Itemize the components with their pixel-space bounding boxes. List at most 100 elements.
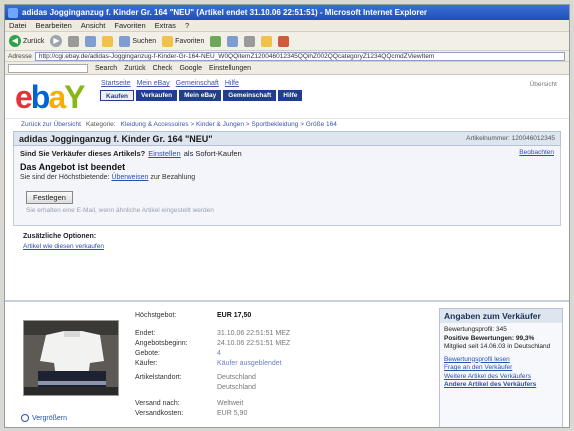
bid-history-link[interactable]: 4	[217, 350, 221, 357]
history-icon[interactable]	[210, 35, 222, 47]
bid-row: Artikelstandort: Deutschland	[135, 372, 425, 382]
menu-edit[interactable]: Bearbeiten	[36, 21, 72, 30]
address-bar: Adresse http://cgi.ebay.de/adidas-Joggin…	[5, 51, 569, 62]
follow-note: Sie erhalten eine E-Mail, wenn ähnliche …	[26, 207, 214, 214]
seller-link[interactable]: Andere Artikel des Verkäufers	[444, 381, 558, 390]
bid-row-value: 31.10.06 22:51:51 MEZ	[217, 329, 291, 337]
category-label: Kategorie:	[85, 121, 116, 128]
menu-help[interactable]: ?	[185, 21, 189, 30]
home-icon[interactable]	[102, 35, 114, 47]
item-photo[interactable]	[23, 320, 119, 396]
bid-row: Versandkosten: EUR 5,90	[135, 408, 425, 418]
bid-row: Käufer: Käufer ausgeblendet	[135, 358, 425, 368]
item-details: Vergrößern Höchstgebot: EUR 17,50 Endet:…	[5, 300, 569, 427]
messenger-icon[interactable]	[278, 35, 290, 47]
folder-icon[interactable]	[261, 35, 273, 47]
seller-link[interactable]: Weitere Artikel des Verkäufers	[444, 373, 558, 382]
search-button[interactable]: Suchen	[119, 35, 157, 47]
item-number: Artikelnummer: 120046012345	[466, 135, 555, 142]
search-toolbar: Search Zurück Check Google Einstellungen	[5, 62, 569, 75]
breadcrumb: Zurück zur Übersicht Kategorie: Kleidung…	[5, 118, 569, 130]
top-link-home[interactable]: Startseite	[101, 80, 131, 87]
top-link-community[interactable]: Gemeinschaft	[176, 80, 219, 87]
seller-link[interactable]: Bewertungsprofil lesen	[444, 356, 558, 365]
ebay-logo[interactable]: ebaY	[15, 79, 86, 115]
bid-row-value: 24.10.06 22:51:51 MEZ	[217, 339, 291, 347]
tab-community[interactable]: Gemeinschaft	[223, 90, 277, 101]
seller-line: Bewertungsprofil: 345	[444, 326, 507, 333]
forward-button[interactable]: ▶	[50, 35, 63, 47]
menu-favorites[interactable]: Favoriten	[114, 21, 145, 30]
seller-info-box: Angaben zum Verkäufer Bewertungsprofil: …	[439, 308, 563, 427]
bid-row-key: Gebote:	[135, 349, 160, 357]
menu-view[interactable]: Ansicht	[81, 21, 106, 30]
bid-row: Angebotsbeginn: 24.10.06 22:51:51 MEZ	[135, 338, 425, 348]
toolbar-check-button[interactable]: Check	[153, 65, 173, 72]
seller-link[interactable]: Frage an den Verkäufer	[444, 364, 558, 373]
tab-sell[interactable]: Verkaufen	[136, 90, 178, 101]
bid-row: Versand nach: Weltweit	[135, 398, 425, 408]
jogging-suit-photo	[24, 321, 118, 395]
web-page: ebaY Startseite Mein eBay Gemeinschaft H…	[5, 76, 569, 427]
payment-notice-suffix: zur Bezahlung	[150, 174, 196, 181]
bid-row-value: Weltweit	[217, 399, 244, 407]
favorites-button[interactable]: Favoriten	[162, 35, 205, 47]
additional-options-heading: Zusätzliche Optionen:	[23, 233, 97, 240]
mail-icon[interactable]	[227, 35, 239, 47]
bid-row: Gebote: 4	[135, 348, 425, 358]
pay-link[interactable]: Überweisen	[111, 174, 148, 181]
tab-buy[interactable]: Kaufen	[100, 90, 135, 101]
menu-file[interactable]: Datei	[9, 21, 27, 30]
bid-row: Höchstgebot: EUR 17,50	[135, 310, 425, 320]
search-label: Suchen	[132, 37, 157, 45]
bid-row-value: EUR 5,90	[217, 409, 248, 417]
bid-row-key: Höchstgebot:	[135, 311, 177, 319]
bid-row-value: Deutschland	[217, 383, 256, 391]
menu-bar: Datei Bearbeiten Ansicht Favoriten Extra…	[5, 20, 569, 32]
enlarge-link[interactable]: Vergrößern	[21, 414, 67, 422]
sell-similar-link[interactable]: Artikel wie diesen verkaufen	[23, 243, 551, 250]
favorites-label: Favoriten	[175, 37, 205, 45]
ie-icon	[8, 7, 18, 18]
bid-row-key: Artikelstandort:	[135, 373, 182, 381]
browser-window: adidas Jogginganzug f. Kinder Gr. 164 "N…	[4, 4, 570, 428]
refresh-icon[interactable]	[85, 35, 97, 47]
bid-row-value: Deutschland	[217, 373, 256, 381]
toolbar-google-button[interactable]: Google	[179, 65, 202, 72]
enlarge-label: Vergrößern	[32, 414, 68, 422]
item-title-box: adidas Jogginganzug f. Kinder Gr. 164 "N…	[13, 131, 561, 146]
toolbar-settings-button[interactable]: Einstellungen	[209, 65, 251, 72]
bid-row: Endet: 31.10.06 22:51:51 MEZ	[135, 328, 425, 338]
list-similar-link[interactable]: Einstellen	[148, 149, 181, 158]
toolbar-back-button[interactable]: Zurück	[124, 65, 145, 72]
back-arrow-icon: ◀	[9, 35, 21, 47]
toolbar-search-input[interactable]	[8, 63, 88, 73]
seller-question-text: Sind Sie Verkäufer dieses Artikels?	[20, 149, 146, 158]
tab-myebay[interactable]: Mein eBay	[179, 90, 222, 101]
back-to-list-link[interactable]: Zurück zur Übersicht	[21, 121, 81, 128]
stop-icon[interactable]	[68, 35, 80, 47]
print-icon[interactable]	[244, 35, 256, 47]
listing-ended-heading: Das Angebot ist beendet	[20, 162, 126, 172]
menu-tools[interactable]: Extras	[155, 21, 176, 30]
address-input[interactable]: http://cgi.ebay.de/adidas-Jogginganzug-f…	[34, 51, 565, 61]
toolbar-search-button[interactable]: Search	[95, 65, 117, 72]
title-bar: adidas Jogginganzug f. Kinder Gr. 164 "N…	[5, 5, 569, 20]
seller-question: Sind Sie Verkäufer dieses Artikels? Eins…	[20, 149, 554, 158]
bid-row-key: Angebotsbeginn:	[135, 339, 188, 347]
ebay-header: ebaY Startseite Mein eBay Gemeinschaft H…	[5, 76, 569, 118]
top-links: Startseite Mein eBay Gemeinschaft Hilfe	[101, 80, 239, 87]
top-link-myebay[interactable]: Mein eBay	[137, 80, 170, 87]
bid-row-value: EUR 17,50	[217, 311, 252, 319]
payment-notice: Sie sind der Höchstbietende: Überweisen …	[20, 174, 554, 181]
follow-button[interactable]: Festlegen	[26, 191, 73, 204]
watch-item-link[interactable]: Beobachten	[519, 149, 554, 156]
sitemap-link[interactable]: Übersicht	[530, 81, 557, 88]
category-path-link[interactable]: Kleidung & Accessoires > Kinder & Jungen…	[121, 121, 337, 128]
bid-row-key: Endet:	[135, 329, 156, 337]
top-link-help[interactable]: Hilfe	[225, 80, 239, 87]
back-button[interactable]: ◀ Zurück	[9, 35, 44, 47]
buyer-link[interactable]: Käufer ausgeblendet	[217, 360, 282, 367]
search-icon	[119, 35, 131, 47]
tab-help[interactable]: Hilfe	[278, 90, 303, 101]
